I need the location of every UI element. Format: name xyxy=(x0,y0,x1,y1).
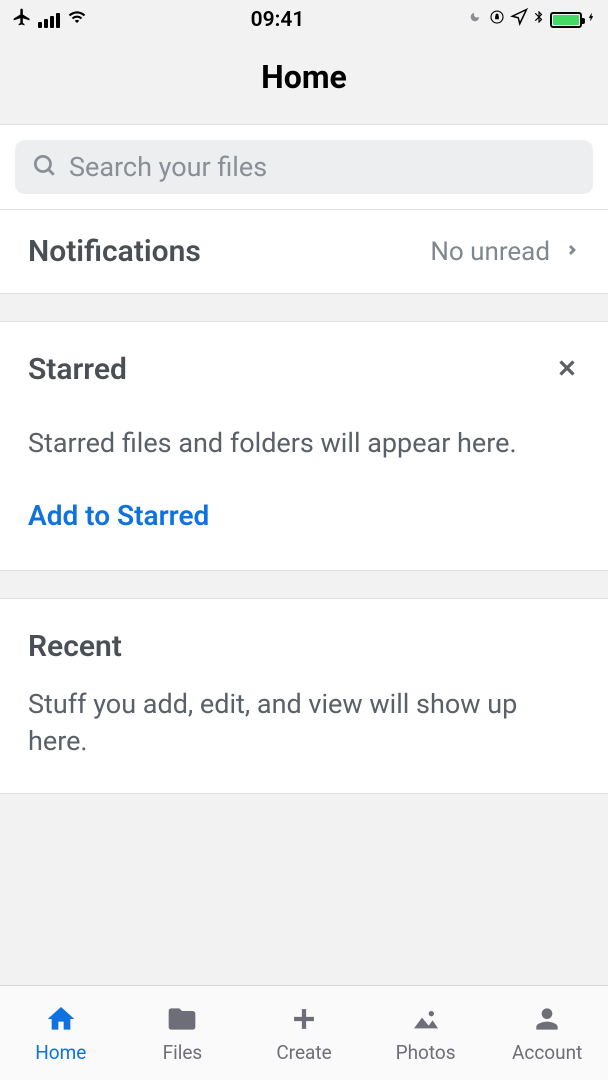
content-fill xyxy=(0,794,608,985)
tab-home[interactable]: Home xyxy=(0,986,122,1080)
starred-header: Starred xyxy=(28,352,580,387)
status-bar: 09:41 xyxy=(0,0,608,40)
airplane-icon xyxy=(12,7,32,33)
search-input[interactable] xyxy=(69,151,577,183)
chevron-right-icon xyxy=(564,237,580,267)
plus-icon xyxy=(287,1003,321,1035)
tab-photos-label: Photos xyxy=(396,1041,456,1064)
search-container xyxy=(0,124,608,210)
tab-files-label: Files xyxy=(163,1041,203,1064)
recent-section: Recent Stuff you add, edit, and view wil… xyxy=(0,599,608,794)
tab-account[interactable]: Account xyxy=(486,986,608,1080)
photo-icon xyxy=(410,1003,442,1035)
status-time: 09:41 xyxy=(251,8,305,32)
starred-title: Starred xyxy=(28,352,127,387)
person-icon xyxy=(531,1003,563,1035)
tab-bar: Home Files Create Photos Account xyxy=(0,985,608,1080)
tab-photos[interactable]: Photos xyxy=(365,986,487,1080)
starred-section: Starred Starred files and folders will a… xyxy=(0,322,608,571)
battery-icon xyxy=(550,12,582,28)
folder-icon xyxy=(166,1003,198,1035)
notifications-right: No unread xyxy=(430,237,580,267)
recent-description: Stuff you add, edit, and view will show … xyxy=(28,686,580,759)
add-starred-link[interactable]: Add to Starred xyxy=(28,499,580,532)
location-icon xyxy=(510,8,528,32)
header: Home xyxy=(0,40,608,124)
charging-icon xyxy=(586,8,596,32)
bluetooth-icon xyxy=(532,7,546,33)
tab-files[interactable]: Files xyxy=(122,986,244,1080)
home-icon xyxy=(45,1003,77,1035)
close-icon[interactable] xyxy=(554,355,580,385)
notifications-row[interactable]: Notifications No unread xyxy=(0,210,608,294)
recent-title: Recent xyxy=(28,629,580,664)
status-left xyxy=(12,7,88,33)
moon-icon xyxy=(467,8,484,32)
tab-create[interactable]: Create xyxy=(243,986,365,1080)
search-icon xyxy=(31,152,57,182)
rotation-lock-icon xyxy=(488,8,506,32)
tab-create-label: Create xyxy=(276,1041,331,1064)
wifi-icon xyxy=(66,8,88,32)
notifications-label: Notifications xyxy=(28,234,201,269)
section-spacer xyxy=(0,294,608,322)
tab-account-label: Account xyxy=(512,1041,582,1064)
tab-home-label: Home xyxy=(35,1041,86,1064)
page-title: Home xyxy=(261,58,347,96)
notifications-status: No unread xyxy=(430,237,550,267)
section-spacer xyxy=(0,571,608,599)
status-right xyxy=(467,7,596,33)
signal-icon xyxy=(38,12,60,28)
starred-description: Starred files and folders will appear he… xyxy=(28,425,580,461)
search-box[interactable] xyxy=(15,140,593,194)
